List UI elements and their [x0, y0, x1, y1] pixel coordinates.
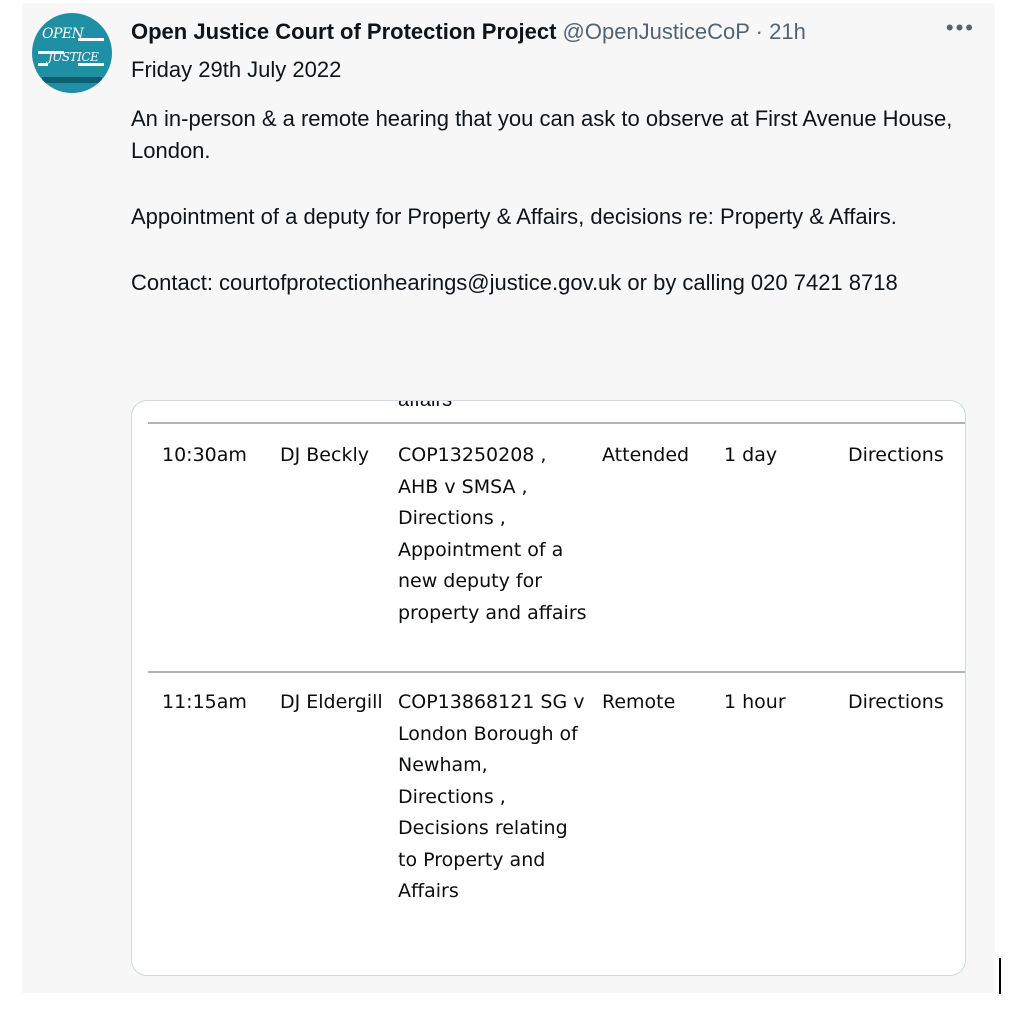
hearing-type: Remote: [602, 691, 676, 713]
hearing-type: Attended: [602, 444, 690, 466]
hearing-duration: 1 hour: [724, 691, 786, 713]
avatar[interactable]: OPEN JUSTICE: [32, 13, 112, 93]
avatar-logo-subtitle-bar: [42, 77, 102, 83]
tweet-header: Open Justice Court of Protection Project…: [131, 15, 975, 49]
tweet-paragraph-date: Friday 29th July 2022: [131, 57, 342, 82]
table-row-divider: [148, 671, 965, 673]
hearing-kind: Directions: [848, 444, 944, 466]
avatar-logo-bar: [38, 63, 48, 66]
hearing-time: 11:15am: [162, 691, 247, 713]
tweet-text: Friday 29th July 2022 An in-person & a r…: [131, 54, 961, 333]
author-display-name[interactable]: Open Justice Court of Protection Project: [131, 19, 556, 44]
hearing-time: 10:30am: [162, 444, 247, 466]
hearing-case: COP13868121 SG v London Borough of Newha…: [398, 691, 585, 902]
hearing-kind: Directions: [848, 691, 944, 713]
avatar-logo-justice: JUSTICE: [48, 50, 99, 64]
hearing-duration: 1 day: [724, 444, 778, 466]
tweet-paragraph-subject: Appointment of a deputy for Property & A…: [131, 204, 897, 229]
tweet[interactable]: OPEN JUSTICE Open Justice Court of Prote…: [22, 3, 995, 993]
hearing-case: COP13250208 , AHB v SMSA , Directions , …: [398, 444, 587, 624]
tweet-paragraph-intro: An in-person & a remote hearing that you…: [131, 106, 953, 163]
cut-off-text: affairs: [398, 400, 453, 411]
header-separator: ·: [755, 19, 763, 44]
hearing-judge: DJ Eldergill: [280, 691, 383, 713]
tweet-timestamp[interactable]: 21h: [769, 19, 806, 44]
avatar-logo-bar: [78, 63, 104, 66]
table-row-divider: [148, 422, 965, 424]
text-cursor: [999, 958, 1001, 994]
hearing-judge: DJ Beckly: [280, 444, 369, 466]
tweet-paragraph-contact: Contact: courtofprotectionhearings@justi…: [131, 270, 898, 295]
author-handle[interactable]: @OpenJusticeCoP: [563, 19, 750, 44]
more-options-button[interactable]: •••: [946, 15, 975, 41]
attached-image[interactable]: affairs 10:30am DJ Beckly COP13250208 , …: [131, 400, 966, 976]
avatar-logo-bar: [78, 38, 104, 41]
